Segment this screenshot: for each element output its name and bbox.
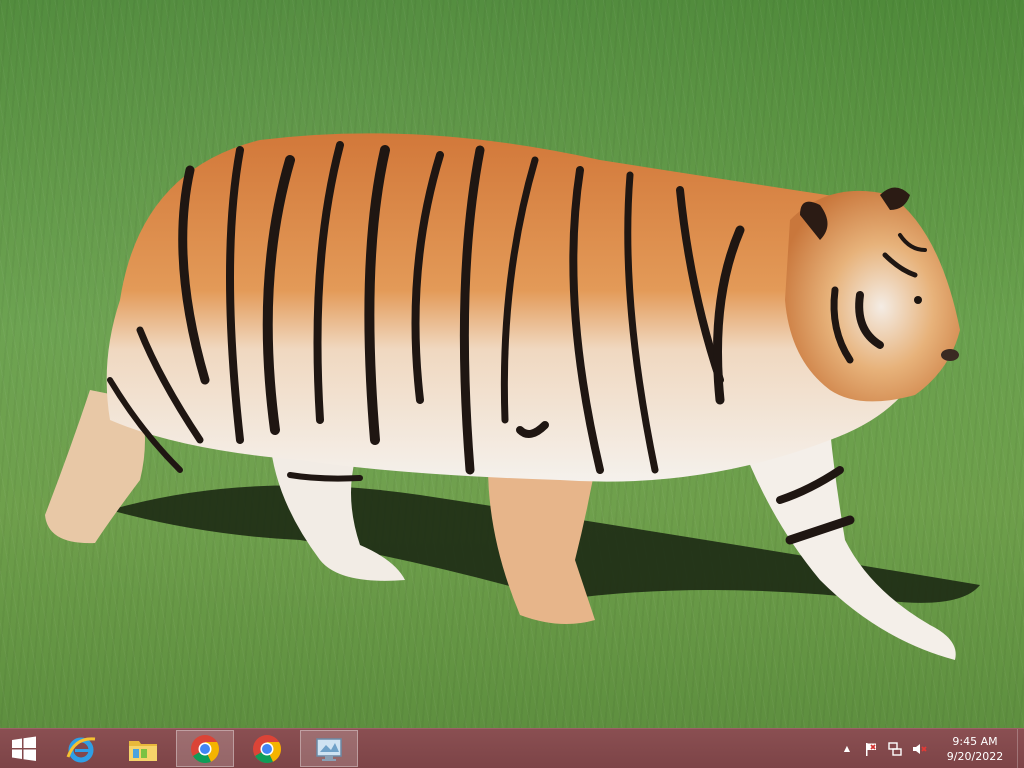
taskbar-clock[interactable]: 9:45 AM 9/20/2022 xyxy=(937,734,1013,764)
taskbar-item-chrome[interactable] xyxy=(176,730,234,767)
monitor-app-icon xyxy=(316,737,342,761)
folder-icon xyxy=(129,740,157,761)
taskbar-item-internet-explorer[interactable] xyxy=(52,730,110,767)
tiger-image xyxy=(45,133,980,660)
chevron-up-icon: ▲ xyxy=(843,744,851,753)
network-button[interactable] xyxy=(886,740,904,758)
volume-button[interactable] xyxy=(910,740,928,758)
taskbar-item-chrome-2[interactable] xyxy=(238,730,296,767)
taskbar-item-control-panel[interactable] xyxy=(300,730,358,767)
action-center-button[interactable] xyxy=(862,740,880,758)
chrome-icon xyxy=(191,734,220,763)
chrome-icon xyxy=(253,734,282,763)
taskbar: ▲ 9:45 AM 9/20/2022 xyxy=(0,728,1024,768)
clock-time: 9:45 AM xyxy=(952,734,998,748)
start-button[interactable] xyxy=(0,729,48,768)
taskbar-item-file-explorer[interactable] xyxy=(114,730,172,767)
show-desktop-button[interactable] xyxy=(1017,729,1024,768)
system-tray: ▲ 9:45 AM 9/20/2022 xyxy=(835,729,1024,768)
flag-icon xyxy=(866,742,876,756)
internet-explorer-icon xyxy=(66,736,96,762)
speaker-muted-icon xyxy=(913,743,927,754)
network-icon xyxy=(888,741,902,756)
desktop-wallpaper xyxy=(0,0,1024,728)
windows-logo-icon xyxy=(12,736,36,761)
clock-date: 9/20/2022 xyxy=(946,749,1004,763)
show-hidden-icons-button[interactable]: ▲ xyxy=(838,740,856,758)
